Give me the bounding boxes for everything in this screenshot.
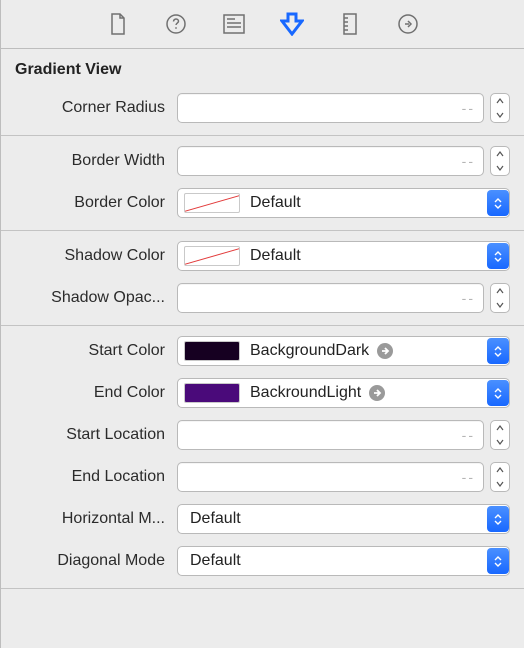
shadow-opacity-field[interactable]: -- [177,283,484,313]
border-color-value: Default [250,194,301,212]
placeholder: -- [462,153,475,169]
row-shadow-opacity: Shadow Opac... -- [1,277,524,319]
label-end-location: End Location [15,468,177,486]
label-shadow-opacity: Shadow Opac... [15,289,177,307]
stepper-down-icon[interactable] [491,298,509,312]
start-color-value: BackgroundDark [250,342,369,360]
label-start-color: Start Color [15,342,177,360]
section-title: Gradient View [15,61,121,78]
border-width-field[interactable]: -- [177,146,484,176]
separator [1,135,524,136]
placeholder: -- [462,100,475,116]
tab-attributes[interactable] [280,12,304,36]
stepper-down-icon[interactable] [491,161,509,175]
corner-radius-field[interactable]: -- [177,93,484,123]
stepper-up-icon[interactable] [491,284,509,298]
diagonal-mode-select[interactable]: Default [177,546,510,576]
stepper-down-icon[interactable] [491,435,509,449]
placeholder: -- [462,290,475,306]
jump-to-definition-icon[interactable] [375,341,395,361]
row-horizontal-mode: Horizontal M... Default [1,498,524,540]
row-border-color: Border Color Default [1,182,524,224]
stepper-up-icon[interactable] [491,421,509,435]
horizontal-mode-select[interactable]: Default [177,504,510,534]
label-diagonal-mode: Diagonal Mode [15,552,177,570]
row-shadow-color: Shadow Color Default [1,235,524,277]
label-border-color: Border Color [15,194,177,212]
end-location-stepper[interactable] [490,462,510,492]
inspector-panel: Gradient View Corner Radius -- Border Wi… [0,0,524,648]
start-location-stepper[interactable] [490,420,510,450]
row-border-width: Border Width -- [1,140,524,182]
stepper-up-icon[interactable] [491,94,509,108]
end-color-value: BackroundLight [250,384,361,402]
separator [1,325,524,326]
separator [1,230,524,231]
corner-radius-stepper[interactable] [490,93,510,123]
diagonal-mode-value: Default [190,552,241,570]
border-width-stepper[interactable] [490,146,510,176]
jump-to-definition-icon[interactable] [367,383,387,403]
shadow-color-popup[interactable]: Default [177,241,510,271]
tab-connections[interactable] [396,12,420,36]
start-location-field[interactable]: -- [177,420,484,450]
tab-help[interactable] [164,12,188,36]
tab-file[interactable] [106,12,130,36]
stepper-down-icon[interactable] [491,108,509,122]
inspector-tabbar [1,0,524,49]
label-end-color: End Color [15,384,177,402]
label-corner-radius: Corner Radius [15,99,177,117]
row-start-color: Start Color BackgroundDark [1,330,524,372]
tab-identity[interactable] [222,12,246,36]
popup-arrows-icon [487,243,509,269]
no-color-swatch-icon [184,193,240,213]
row-end-color: End Color BackroundLight [1,372,524,414]
popup-arrows-icon [487,190,509,216]
label-border-width: Border Width [15,152,177,170]
horizontal-mode-value: Default [190,510,241,528]
popup-arrows-icon [487,506,509,532]
popup-arrows-icon [487,380,509,406]
stepper-up-icon[interactable] [491,147,509,161]
label-shadow-color: Shadow Color [15,247,177,265]
row-start-location: Start Location -- [1,414,524,456]
row-diagonal-mode: Diagonal Mode Default [1,540,524,582]
row-end-location: End Location -- [1,456,524,498]
end-color-popup[interactable]: BackroundLight [177,378,510,408]
popup-arrows-icon [487,338,509,364]
color-swatch-icon [184,341,240,361]
separator [1,588,524,589]
tab-size[interactable] [338,12,362,36]
start-color-popup[interactable]: BackgroundDark [177,336,510,366]
shadow-opacity-stepper[interactable] [490,283,510,313]
stepper-down-icon[interactable] [491,477,509,491]
color-swatch-icon [184,383,240,403]
end-location-field[interactable]: -- [177,462,484,492]
label-horizontal-mode: Horizontal M... [15,510,177,528]
border-color-popup[interactable]: Default [177,188,510,218]
section-header: Gradient View [1,49,524,87]
placeholder: -- [462,427,475,443]
placeholder: -- [462,469,475,485]
no-color-swatch-icon [184,246,240,266]
shadow-color-value: Default [250,247,301,265]
popup-arrows-icon [487,548,509,574]
label-start-location: Start Location [15,426,177,444]
row-corner-radius: Corner Radius -- [1,87,524,129]
stepper-up-icon[interactable] [491,463,509,477]
